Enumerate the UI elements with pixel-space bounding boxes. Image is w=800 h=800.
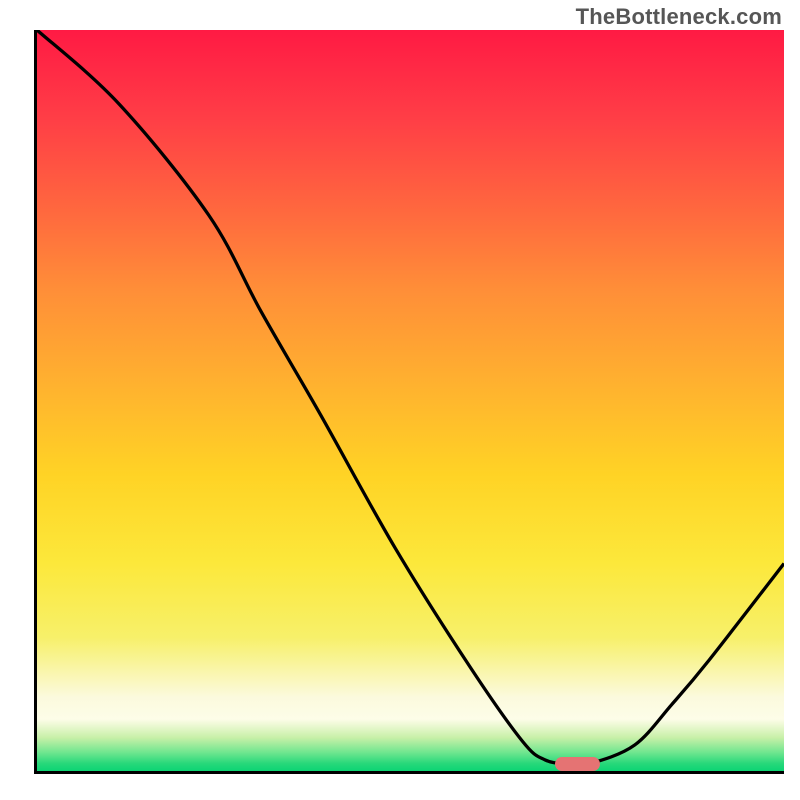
chart-plot-area [34,30,784,774]
curve-svg [37,30,784,771]
chart-container: TheBottleneck.com [0,0,800,800]
bottleneck-curve [37,30,784,765]
optimal-marker [555,757,600,771]
watermark-text: TheBottleneck.com [576,4,782,30]
